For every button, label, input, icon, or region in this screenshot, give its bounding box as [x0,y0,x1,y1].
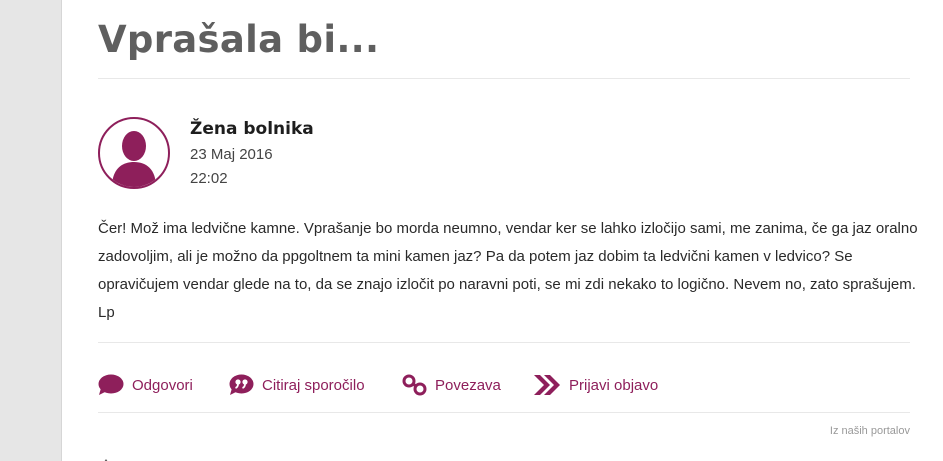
reply-label: Odgovori [132,376,193,394]
post-time: 22:02 [190,170,228,187]
post-body: Čer! Mož ima ledvične kamne. Vprašanje b… [98,220,918,321]
title-divider [98,78,910,79]
avatar[interactable] [98,117,170,189]
link-label: Povezava [435,376,501,394]
double-chevron-icon [533,374,561,396]
next-section-icon [100,452,160,461]
author-name[interactable]: Žena bolnika [190,119,314,139]
link-icon [402,374,427,396]
link-button[interactable]: Povezava [402,368,501,402]
quote-label: Citiraj sporočilo [262,376,365,394]
report-button[interactable]: Prijavi objavo [533,368,658,402]
report-label: Prijavi objavo [569,376,659,394]
post-date: 23 Maj 2016 [190,146,273,163]
reply-button[interactable]: Odgovori [98,368,193,402]
user-silhouette-icon [112,131,156,187]
body-divider [98,342,910,343]
source-note: Iz naših portalov [829,425,910,437]
quote-icon [229,374,254,396]
quote-button[interactable]: Citiraj sporočilo [229,368,365,402]
page-title: Vprašala bi... [98,18,380,61]
speech-bubble-icon [98,374,124,396]
actions-divider [98,412,910,413]
